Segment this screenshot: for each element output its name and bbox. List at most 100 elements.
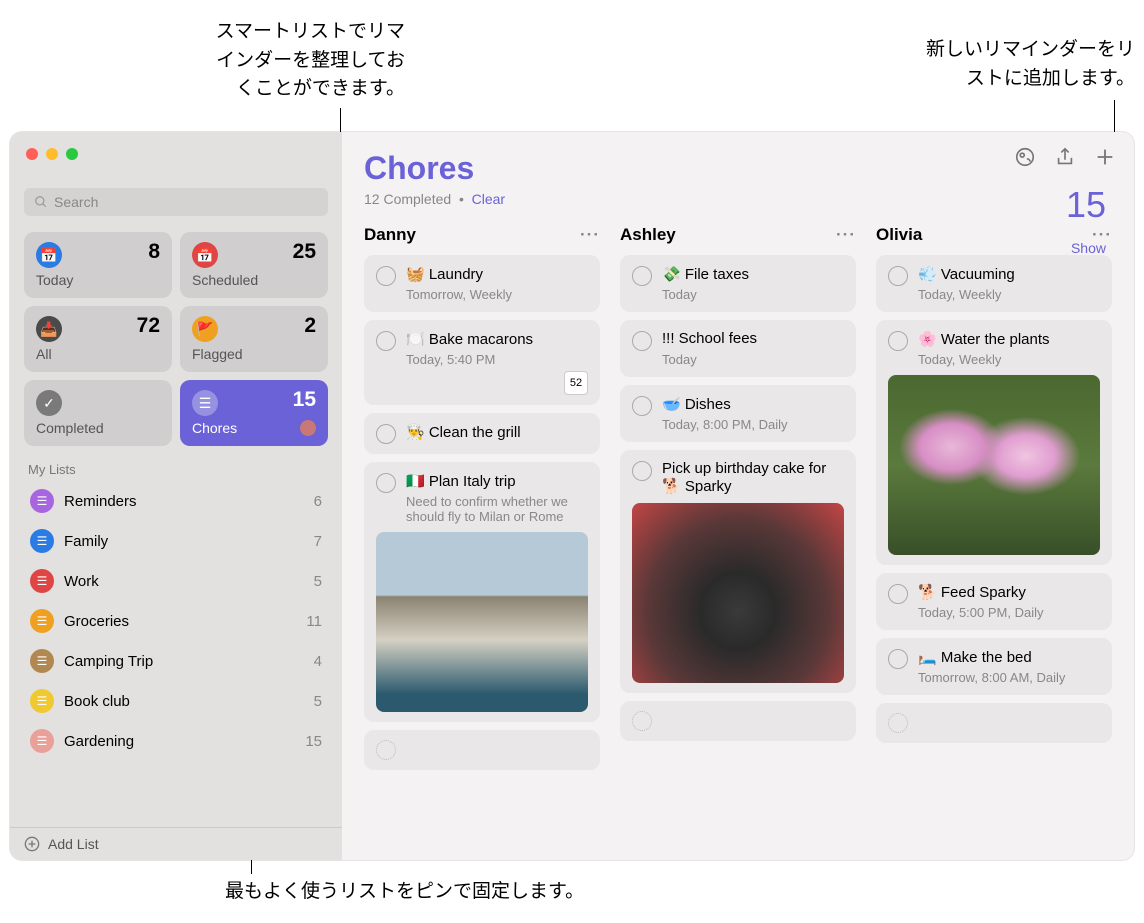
plus-circle-icon <box>24 836 40 852</box>
empty-checkbox-icon <box>376 740 396 760</box>
reminder-checkbox[interactable] <box>888 649 908 669</box>
reminder-checkbox[interactable] <box>376 331 396 351</box>
reminder-card[interactable]: 🥣 Dishes Today, 8:00 PM, Daily <box>620 385 856 442</box>
search-placeholder: Search <box>54 194 98 210</box>
reminder-card[interactable]: 🌸 Water the plantsToday, Weekly <box>876 320 1112 565</box>
reminder-checkbox[interactable] <box>888 584 908 604</box>
list-item-reminders[interactable]: ☰ Reminders 6 <box>10 481 342 521</box>
list-item-family[interactable]: ☰ Family 7 <box>10 521 342 561</box>
reminder-checkbox[interactable] <box>376 266 396 286</box>
smart-lists-grid: 📅 8 Today 📅 25 Scheduled 📥 72 All 🚩 2 Fl… <box>10 224 342 454</box>
flag-icon: 🚩 <box>192 316 218 342</box>
column-more-icon[interactable]: ··· <box>836 225 856 245</box>
reminder-card[interactable]: Pick up birthday cake for 🐕 Sparky <box>620 450 856 693</box>
list-item-work[interactable]: ☰ Work 5 <box>10 561 342 601</box>
smart-tile-scheduled[interactable]: 📅 25 Scheduled <box>180 232 328 298</box>
reminder-checkbox[interactable] <box>888 331 908 351</box>
reminder-card[interactable]: !!! School feesToday <box>620 320 856 377</box>
reminder-subtitle: Tomorrow, 8:00 AM, Daily <box>918 670 1100 685</box>
reminder-card[interactable]: 🧺 LaundryTomorrow, Weekly <box>364 255 600 312</box>
smart-tile-flagged[interactable]: 🚩 2 Flagged <box>180 306 328 372</box>
list-label: Family <box>64 533 108 550</box>
callout-add-reminder: 新しいリマインダーをリ ストに追加します。 <box>785 36 1135 93</box>
list-label: Reminders <box>64 493 137 510</box>
empty-checkbox-icon <box>888 713 908 733</box>
list-label: Groceries <box>64 613 129 630</box>
reminder-title: 🇮🇹 Plan Italy trip <box>406 472 516 490</box>
reminder-card[interactable]: 🇮🇹 Plan Italy trip Need to confirm whethe… <box>364 462 600 722</box>
app-window: Search 📅 8 Today 📅 25 Scheduled 📥 72 All… <box>10 132 1134 860</box>
search-input[interactable]: Search <box>24 188 328 216</box>
column-danny: Danny ··· 🧺 LaundryTomorrow, Weekly 🍽️ B… <box>364 225 600 825</box>
column-more-icon[interactable]: ··· <box>580 225 600 245</box>
add-list-button[interactable]: Add List <box>10 827 342 860</box>
reminder-title: 💨 Vacuuming <box>918 265 1015 283</box>
smart-count: 15 <box>293 388 316 412</box>
smart-count: 25 <box>293 240 316 264</box>
reminder-checkbox[interactable] <box>376 424 396 444</box>
reminder-subtitle: Tomorrow, Weekly <box>406 287 588 302</box>
columns: Danny ··· 🧺 LaundryTomorrow, Weekly 🍽️ B… <box>364 225 1112 825</box>
reminder-checkbox[interactable] <box>632 396 652 416</box>
reminder-card[interactable]: 🛏️ Make the bedTomorrow, 8:00 AM, Daily <box>876 638 1112 695</box>
new-reminder-placeholder[interactable] <box>364 730 600 770</box>
clear-button[interactable]: Clear <box>472 191 505 207</box>
traffic-lights <box>26 148 78 160</box>
reminder-card[interactable]: 🍽️ Bake macaronsToday, 5:40 PM52 <box>364 320 600 405</box>
completed-subtitle: 12 Completed • Clear <box>364 191 1112 207</box>
reminder-title: 👨‍🍳 Clean the grill <box>406 423 521 441</box>
list-count: 4 <box>314 653 322 670</box>
reminder-card[interactable]: 🐕 Feed SparkyToday, 5:00 PM, Daily <box>876 573 1112 630</box>
search-icon <box>34 195 48 209</box>
column-ashley: Ashley ··· 💸 File taxesToday !!! School … <box>620 225 856 825</box>
list-count: 6 <box>314 493 322 510</box>
smart-label: Scheduled <box>192 272 316 288</box>
smart-label: Today <box>36 272 160 288</box>
reminder-checkbox[interactable] <box>632 461 652 481</box>
reminder-checkbox[interactable] <box>376 473 396 493</box>
reminder-subtitle: Today, 8:00 PM, Daily <box>662 417 844 432</box>
column-name: Ashley <box>620 225 676 245</box>
column-name: Olivia <box>876 225 922 245</box>
smart-tile-chores[interactable]: ☰ 15 Chores <box>180 380 328 446</box>
reminder-title: 🥣 Dishes <box>662 395 731 413</box>
reminder-subtitle: Today, 5:40 PM <box>406 352 588 367</box>
list-label: Work <box>64 573 99 590</box>
smart-tile-completed[interactable]: ✓ Completed <box>24 380 172 446</box>
main-content: Chores 15 12 Completed • Clear Show Dann… <box>342 132 1134 860</box>
smart-tile-all[interactable]: 📥 72 All <box>24 306 172 372</box>
list-icon: ☰ <box>192 390 218 416</box>
list-item-camping-trip[interactable]: ☰ Camping Trip 4 <box>10 641 342 681</box>
list-color-icon: ☰ <box>30 649 54 673</box>
list-count: 11 <box>306 613 322 630</box>
list-header: Chores 15 12 Completed • Clear Show <box>364 150 1112 207</box>
reminder-checkbox[interactable] <box>888 266 908 286</box>
reminder-checkbox[interactable] <box>632 266 652 286</box>
reminder-title: Pick up birthday cake for 🐕 Sparky <box>662 460 844 495</box>
sidebar: Search 📅 8 Today 📅 25 Scheduled 📥 72 All… <box>10 132 342 860</box>
list-color-icon: ☰ <box>30 689 54 713</box>
reminder-card[interactable]: 💸 File taxesToday <box>620 255 856 312</box>
list-item-groceries[interactable]: ☰ Groceries 11 <box>10 601 342 641</box>
reminder-checkbox[interactable] <box>632 331 652 351</box>
close-button[interactable] <box>26 148 38 160</box>
reminder-card[interactable]: 💨 VacuumingToday, Weekly <box>876 255 1112 312</box>
collaborate-icon[interactable] <box>1014 146 1036 173</box>
list-item-book-club[interactable]: ☰ Book club 5 <box>10 681 342 721</box>
reminder-subtitle: Need to confirm whether we should fly to… <box>406 494 588 524</box>
reminder-card[interactable]: 👨‍🍳 Clean the grill <box>364 413 600 454</box>
check-icon: ✓ <box>36 390 62 416</box>
share-icon[interactable] <box>1054 146 1076 173</box>
new-reminder-placeholder[interactable] <box>620 701 856 741</box>
maximize-button[interactable] <box>66 148 78 160</box>
smart-tile-today[interactable]: 📅 8 Today <box>24 232 172 298</box>
calendar-icon: 📅 <box>192 242 218 268</box>
new-reminder-placeholder[interactable] <box>876 703 1112 743</box>
list-label: Book club <box>64 693 130 710</box>
reminder-title: 🌸 Water the plants <box>918 330 1050 348</box>
show-button[interactable]: Show <box>1071 240 1106 256</box>
minimize-button[interactable] <box>46 148 58 160</box>
week-badge: 52 <box>564 371 588 395</box>
add-reminder-icon[interactable] <box>1094 146 1116 173</box>
list-item-gardening[interactable]: ☰ Gardening 15 <box>10 721 342 761</box>
